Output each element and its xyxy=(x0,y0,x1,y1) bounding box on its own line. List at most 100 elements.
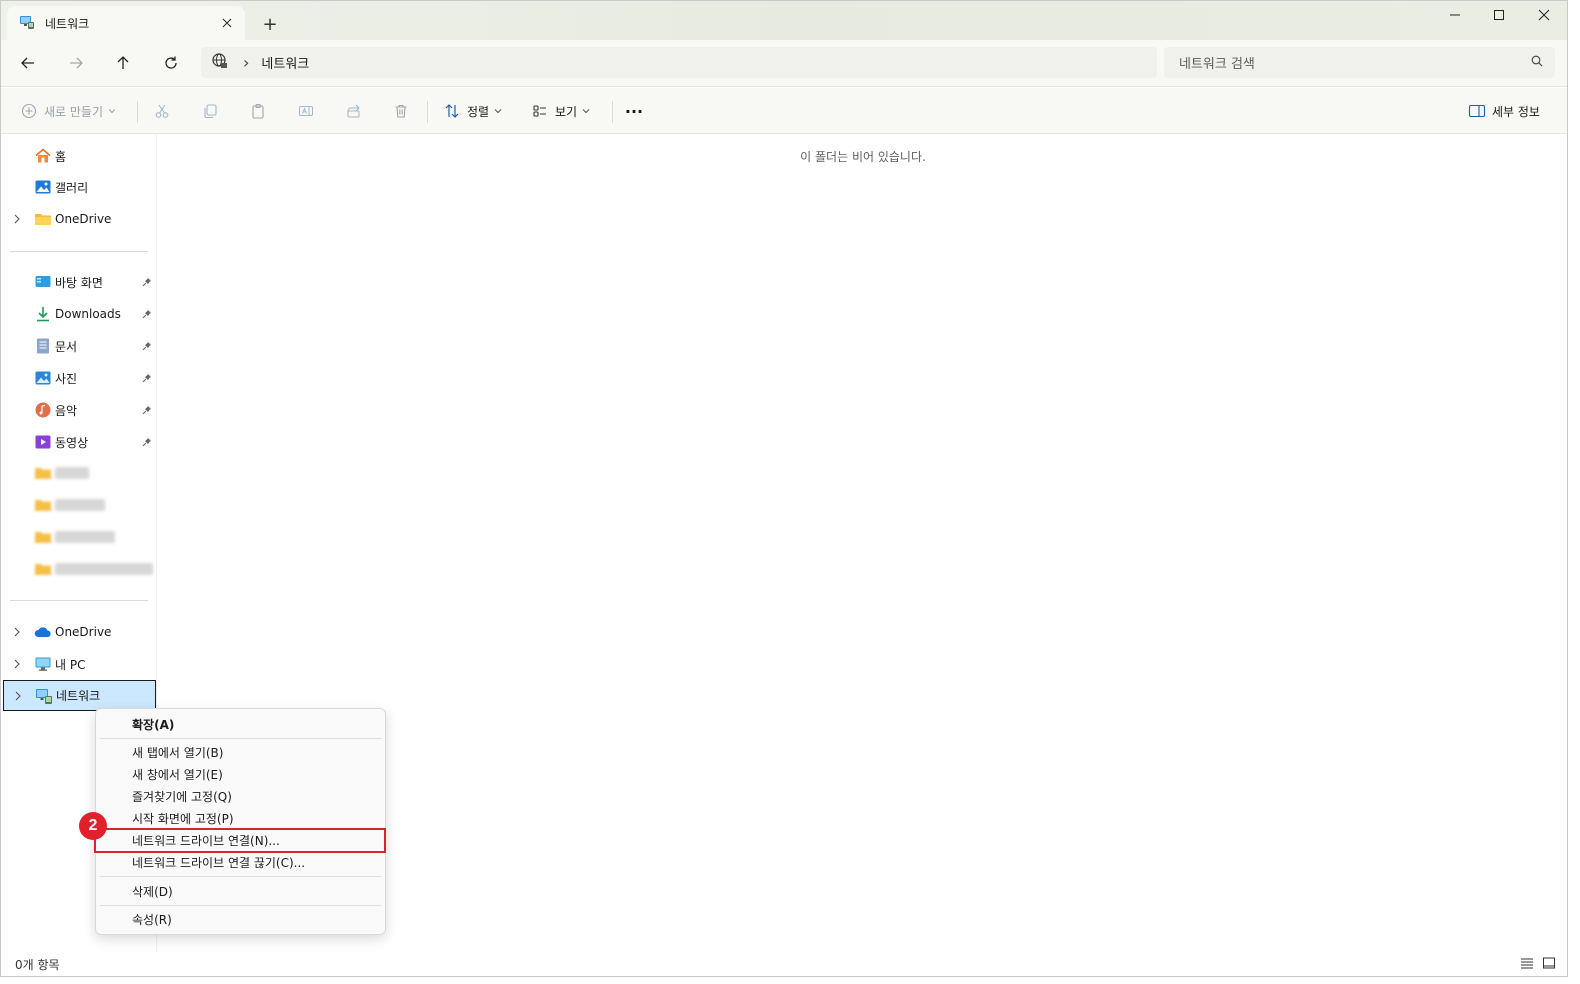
sidebar-item-pinned-folder[interactable] xyxy=(3,491,156,519)
globe-icon xyxy=(211,52,229,73)
search-icon[interactable] xyxy=(1531,55,1543,70)
menu-item-open-new-tab[interactable]: 새 탭에서 열기(B) xyxy=(100,741,382,763)
menu-item-open-new-window[interactable]: 새 창에서 열기(E) xyxy=(100,763,382,785)
view-list-icon xyxy=(525,96,555,126)
context-menu: 확장(A) 새 탭에서 열기(B) 새 창에서 열기(E) 즐겨찾기에 고정(Q… xyxy=(95,708,386,935)
address-bar[interactable]: › 네트워크 xyxy=(201,47,1157,78)
minimize-icon xyxy=(1450,14,1460,16)
close-icon xyxy=(1538,9,1550,21)
document-icon xyxy=(34,337,52,355)
menu-item-delete[interactable]: 삭제(D) xyxy=(100,880,382,902)
large-icons-view-icon[interactable] xyxy=(1542,956,1556,973)
delete-button[interactable] xyxy=(386,96,416,126)
chevron-down-icon xyxy=(494,104,502,118)
sidebar-item-pinned-folder[interactable] xyxy=(3,523,156,551)
sidebar-label: 네트워크 xyxy=(56,689,101,703)
search-input[interactable]: 네트워크 검색 xyxy=(1164,47,1555,78)
details-pane-label: 세부 정보 xyxy=(1492,104,1540,119)
new-button[interactable]: 새로 만들기 xyxy=(14,96,116,126)
chevron-right-icon[interactable] xyxy=(11,213,23,225)
pin-icon[interactable] xyxy=(141,436,153,448)
sidebar-item-gallery[interactable]: 갤러리 xyxy=(3,173,156,201)
sidebar-label: 문서 xyxy=(55,339,78,354)
folder-icon xyxy=(34,210,52,228)
menu-separator xyxy=(100,876,382,877)
add-circle-icon xyxy=(14,96,44,126)
sidebar-label: OneDrive xyxy=(55,625,112,639)
share-icon xyxy=(339,96,369,126)
more-icon: ··· xyxy=(624,101,644,121)
pin-icon[interactable] xyxy=(141,404,153,416)
sidebar-item-desktop[interactable]: 바탕 화면 xyxy=(3,268,156,296)
back-button[interactable] xyxy=(12,48,44,78)
sidebar-item-onedrive[interactable]: OneDrive xyxy=(3,618,156,646)
sidebar-divider xyxy=(10,600,148,601)
pin-icon[interactable] xyxy=(141,340,153,352)
menu-item-pin-quick-access[interactable]: 즐겨찾기에 고정(Q) xyxy=(100,785,382,807)
new-tab-button[interactable]: + xyxy=(256,10,284,38)
cloud-icon xyxy=(34,623,52,641)
arrow-up-icon xyxy=(117,56,129,69)
cut-button[interactable] xyxy=(147,96,177,126)
refresh-button[interactable] xyxy=(155,48,187,78)
copy-icon xyxy=(195,96,225,126)
chevron-right-icon[interactable] xyxy=(11,658,23,670)
paste-button[interactable] xyxy=(243,96,273,126)
sidebar-item-documents[interactable]: 문서 xyxy=(3,332,156,360)
sidebar-item-onedrive-personal[interactable]: OneDrive xyxy=(3,205,156,233)
sidebar-item-pinned-folder[interactable] xyxy=(3,459,156,487)
sidebar-item-pictures[interactable]: 사진 xyxy=(3,364,156,392)
forward-button[interactable] xyxy=(60,48,92,78)
sidebar-item-network[interactable]: 네트워크 xyxy=(3,680,156,711)
menu-item-disconnect-network-drive[interactable]: 네트워크 드라이브 연결 끊기(C)... xyxy=(100,851,382,873)
computer-icon xyxy=(34,655,52,673)
sidebar-item-this-pc[interactable]: 내 PC xyxy=(3,650,156,678)
pin-icon[interactable] xyxy=(141,276,153,288)
sidebar-item-pinned-folder[interactable] xyxy=(3,555,156,583)
details-pane-icon xyxy=(1462,96,1492,126)
close-window-button[interactable] xyxy=(1521,0,1567,30)
cut-icon xyxy=(147,96,177,126)
chevron-right-icon[interactable] xyxy=(12,690,24,702)
pin-icon[interactable] xyxy=(141,308,153,320)
sidebar-label: 바탕 화면 xyxy=(55,275,103,290)
menu-item-pin-start[interactable]: 시작 화면에 고정(P) xyxy=(100,807,382,829)
rename-icon xyxy=(291,96,321,126)
toolbar-divider xyxy=(612,101,613,123)
menu-item-properties[interactable]: 속성(R) xyxy=(100,908,382,930)
view-button[interactable]: 보기 xyxy=(525,96,590,126)
sidebar-label: OneDrive xyxy=(55,212,112,226)
toolbar-divider xyxy=(427,101,428,123)
sidebar-item-videos[interactable]: 동영상 xyxy=(3,428,156,456)
up-button[interactable] xyxy=(107,48,139,78)
gallery-icon xyxy=(34,178,52,196)
breadcrumb-network[interactable]: 네트워크 xyxy=(261,53,309,72)
more-options-button[interactable]: ··· xyxy=(620,96,648,126)
close-tab-icon[interactable] xyxy=(213,9,241,37)
search-placeholder: 네트워크 검색 xyxy=(1179,57,1255,72)
rename-button[interactable] xyxy=(291,96,321,126)
sidebar-item-home[interactable]: 홈 xyxy=(3,142,156,170)
highlight-box xyxy=(94,828,386,853)
sort-button[interactable]: 정렬 xyxy=(437,96,502,126)
menu-item-expand[interactable]: 확장(A) xyxy=(100,713,382,735)
details-view-icon[interactable] xyxy=(1520,956,1534,973)
chevron-right-icon[interactable] xyxy=(11,626,23,638)
obscured-folder-name xyxy=(55,467,89,479)
empty-folder-message: 이 폴더는 비어 있습니다. xyxy=(800,150,926,164)
network-icon xyxy=(19,14,35,33)
sidebar-label: 홈 xyxy=(55,149,67,164)
minimize-button[interactable] xyxy=(1432,0,1478,30)
maximize-icon xyxy=(1494,10,1504,20)
maximize-button[interactable] xyxy=(1476,0,1522,30)
pin-icon[interactable] xyxy=(141,372,153,384)
details-pane-button[interactable]: 세부 정보 xyxy=(1462,96,1540,126)
chevron-down-icon xyxy=(108,104,116,118)
tab-network[interactable]: 네트워크 xyxy=(7,6,245,40)
copy-button[interactable] xyxy=(195,96,225,126)
network-icon xyxy=(35,687,53,705)
sidebar-item-downloads[interactable]: Downloads xyxy=(3,300,156,328)
sidebar-item-music[interactable]: 음악 xyxy=(3,396,156,424)
breadcrumb-separator[interactable]: › xyxy=(243,53,249,72)
share-button[interactable] xyxy=(339,96,369,126)
